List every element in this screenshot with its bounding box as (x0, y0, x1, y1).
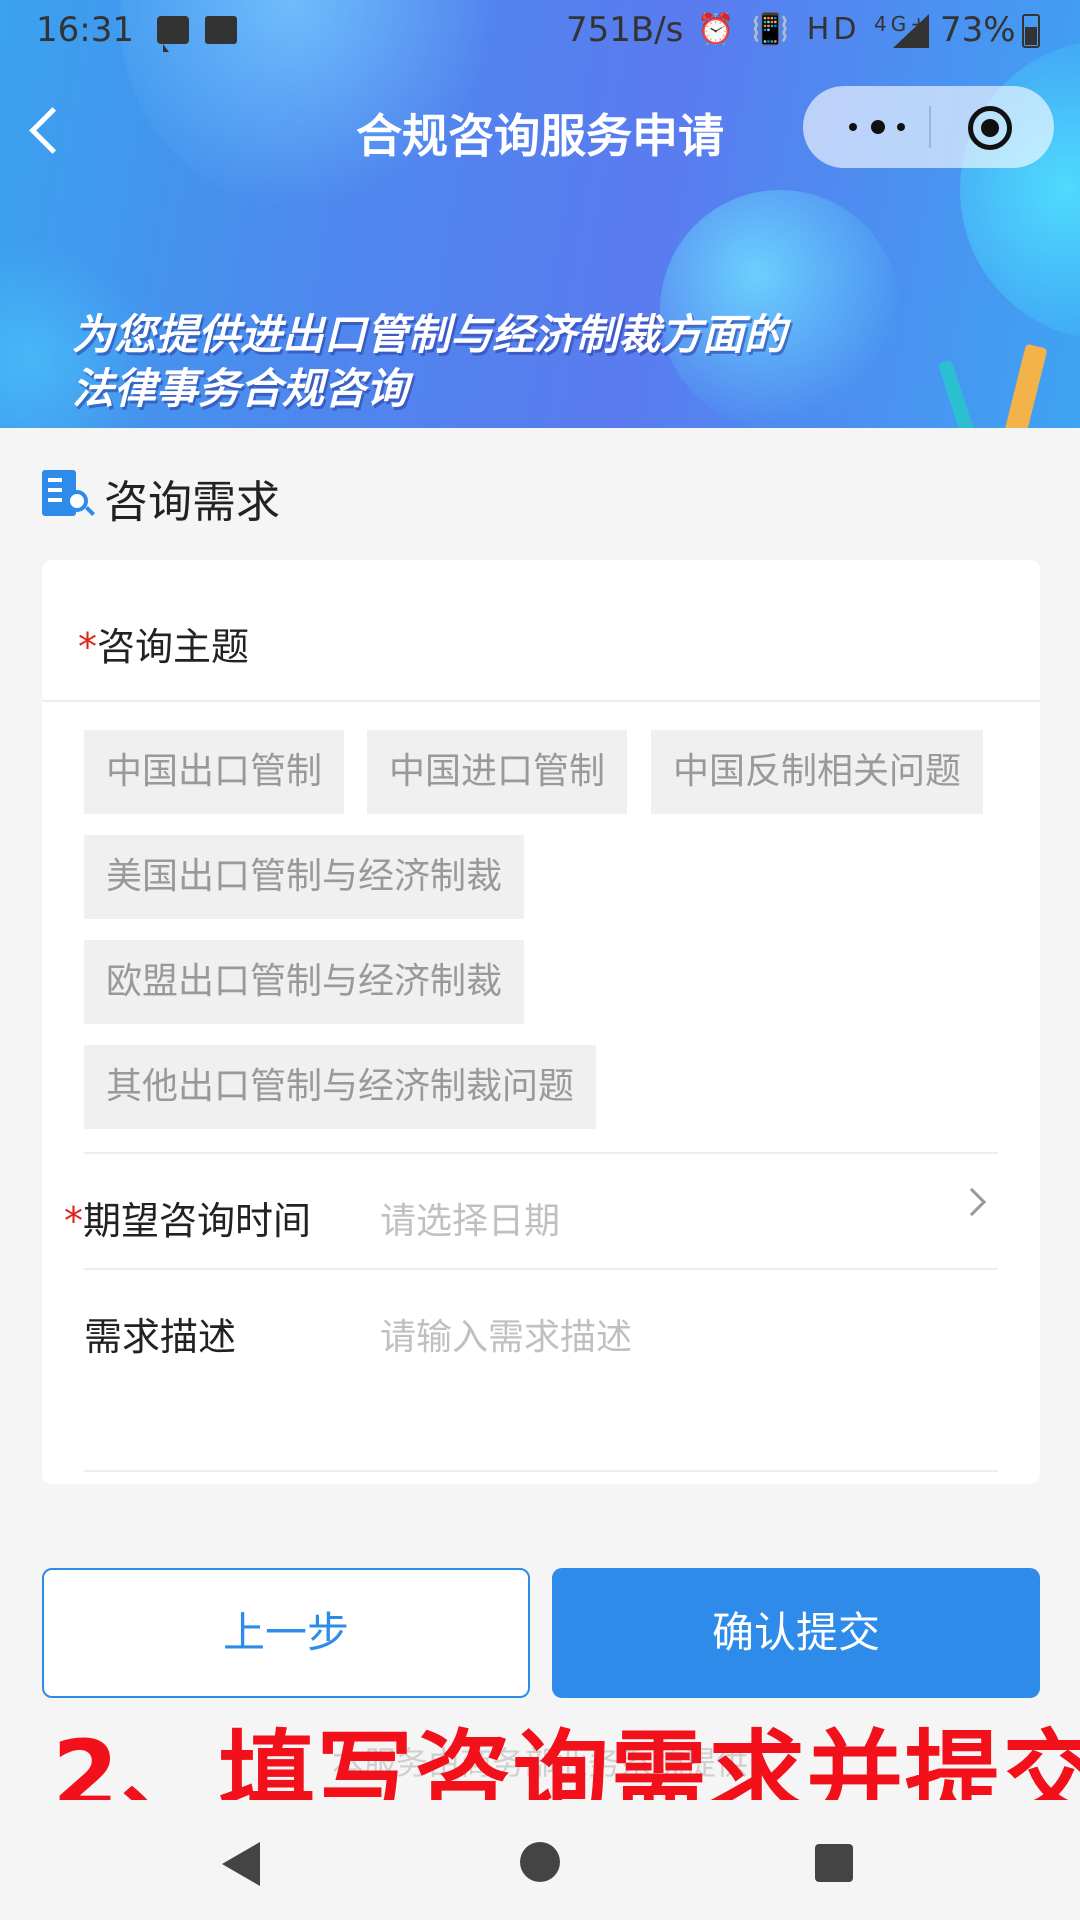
topic-option[interactable]: 欧盟出口管制与经济制裁 (84, 940, 525, 1024)
banner-line-2: 法律事务合规咨询 (72, 364, 409, 413)
system-nav-bar (0, 1800, 1080, 1920)
topic-option[interactable]: 其他出口管制与经济制裁问题 (84, 1045, 597, 1129)
topic-option[interactable]: 中国进口管制 (367, 730, 628, 814)
more-dot (897, 123, 905, 131)
consult-form-card: *咨询主题 中国出口管制 中国进口管制 中国反制相关问题 美国出口管制与经济制裁… (42, 560, 1040, 1484)
alarm-vibrate-hd-icons: ⏰ 📳 HD (697, 12, 861, 47)
pen-decor-icon (937, 359, 977, 428)
time-label: *期望咨询时间 (64, 1190, 311, 1245)
pencil-decor-icon (1004, 343, 1048, 428)
topic-option[interactable]: 美国出口管制与经济制裁 (84, 835, 525, 919)
desc-textarea[interactable]: 请输入需求描述 (380, 1308, 980, 1448)
divider (84, 1152, 998, 1154)
signal-icon (893, 14, 929, 48)
nav-recents-icon[interactable] (815, 1844, 853, 1882)
time-label-text: 期望咨询时间 (83, 1199, 312, 1243)
decor-bubble (960, 40, 1080, 340)
battery-icon (1022, 14, 1040, 48)
consult-doc-icon (42, 470, 92, 518)
status-bar: 16:31 751B/s ⏰ 📳 HD 4G+ 73% (0, 0, 1080, 64)
banner-line-1: 为您提供进出口管制与经济制裁方面的 (72, 310, 787, 359)
topic-option[interactable]: 中国反制相关问题 (651, 730, 984, 814)
date-placeholder: 请选择日期 (380, 1201, 561, 1242)
desc-label: 需求描述 (84, 1315, 237, 1359)
status-time: 16:31 (36, 10, 134, 50)
section-title: 咨询需求 (104, 477, 280, 528)
mini-program-capsule (803, 86, 1054, 168)
chevron-right-icon (957, 1187, 987, 1217)
search-icon (66, 490, 88, 512)
divider (84, 1268, 998, 1270)
more-button[interactable] (843, 108, 913, 146)
required-mark: * (78, 625, 97, 669)
image-icon (205, 16, 237, 44)
nav-back-icon[interactable] (222, 1842, 260, 1886)
topic-label-text: 咨询主题 (97, 625, 250, 669)
topic-label: *咨询主题 (78, 616, 249, 671)
more-dot (871, 120, 885, 134)
divider (42, 700, 1040, 702)
battery-percent: 73% (940, 10, 1016, 50)
close-mini-program-button[interactable] (968, 106, 1012, 150)
header-banner: 16:31 751B/s ⏰ 📳 HD 4G+ 73% 合规咨询服务申请 为您提… (0, 0, 1080, 428)
previous-step-button[interactable]: 上一步 (42, 1568, 530, 1698)
network-speed: 751B/s (566, 10, 684, 50)
more-dot (849, 123, 857, 131)
banner-text: 为您提供进出口管制与经济制裁方面的 法律事务合规咨询 (72, 308, 786, 416)
divider (84, 1470, 998, 1472)
confirm-submit-button[interactable]: 确认提交 (552, 1568, 1040, 1698)
capsule-divider (929, 106, 931, 148)
nav-home-icon[interactable] (520, 1842, 560, 1882)
message-icon (157, 16, 189, 52)
required-mark: * (64, 1199, 83, 1243)
topic-option[interactable]: 中国出口管制 (84, 730, 345, 814)
